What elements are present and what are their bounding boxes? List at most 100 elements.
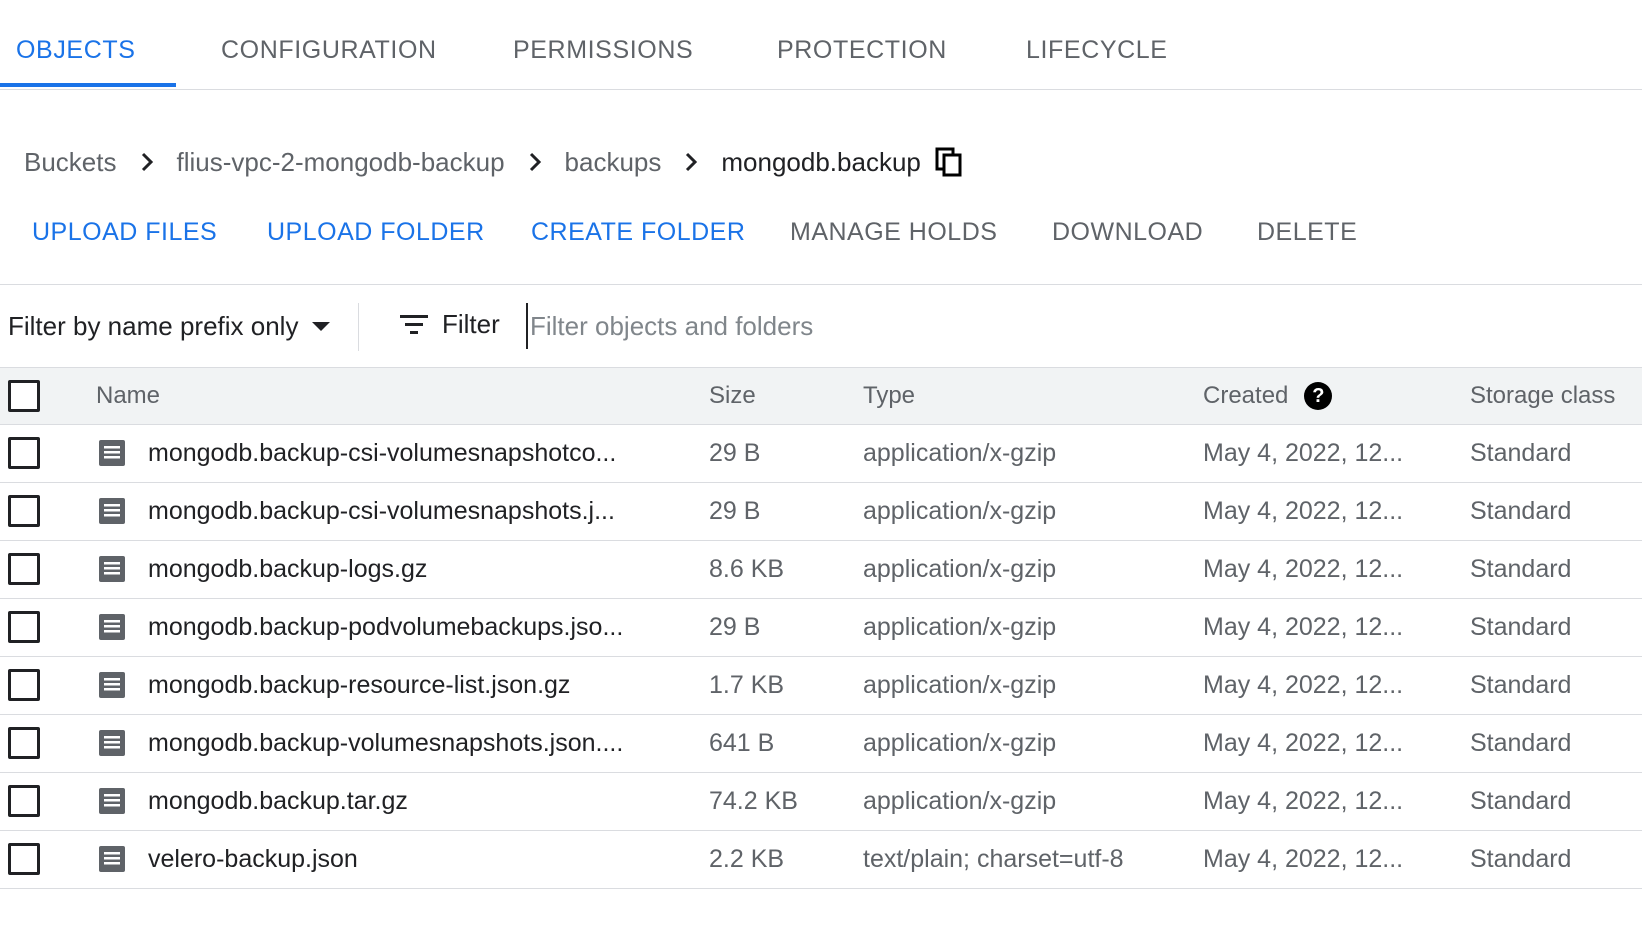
object-size: 1.7 KB — [709, 670, 785, 699]
breadcrumb: Buckets flius-vpc-2-mongodb-backup backu… — [24, 144, 963, 180]
breadcrumb-bucket[interactable]: flius-vpc-2-mongodb-backup — [177, 147, 505, 178]
upload-files-button[interactable]: UPLOAD FILES — [32, 218, 217, 247]
object-name-link[interactable]: mongodb.backup-podvolumebackups.jso... — [148, 599, 623, 655]
upload-folder-button[interactable]: UPLOAD FOLDER — [267, 218, 485, 247]
table-row[interactable]: mongodb.backup.tar.gz 74.2 KB applicatio… — [0, 773, 1642, 831]
object-created: May 4, 2022, 12... — [1203, 844, 1404, 873]
filter-bar: Filter by name prefix only Filter — [0, 285, 1642, 367]
column-header-name[interactable]: Name — [96, 368, 160, 424]
object-type: application/x-gzip — [863, 496, 1057, 525]
table-row[interactable]: mongodb.backup-volumesnapshots.json.... … — [0, 715, 1642, 773]
manage-holds-button[interactable]: MANAGE HOLDS — [790, 218, 997, 247]
object-created: May 4, 2022, 12... — [1203, 496, 1404, 525]
file-icon — [98, 599, 126, 655]
object-type: application/x-gzip — [863, 728, 1057, 757]
row-checkbox[interactable] — [8, 669, 40, 701]
row-select-cell — [8, 773, 40, 829]
object-size: 8.6 KB — [709, 554, 785, 583]
object-type: application/x-gzip — [863, 612, 1057, 641]
filter-mode-select[interactable]: Filter by name prefix only — [8, 311, 331, 342]
object-created: May 4, 2022, 12... — [1203, 670, 1404, 699]
row-select-cell — [8, 425, 40, 481]
chevron-right-icon — [117, 152, 177, 172]
object-name-link[interactable]: mongodb.backup-csi-volumesnapshots.j... — [148, 483, 615, 539]
tab-objects[interactable]: OBJECTS — [16, 36, 136, 65]
file-icon — [98, 657, 126, 713]
create-folder-button[interactable]: CREATE FOLDER — [531, 218, 745, 247]
file-icon — [98, 715, 126, 771]
help-icon[interactable]: ? — [1304, 382, 1333, 410]
object-size: 29 B — [709, 438, 761, 467]
row-checkbox[interactable] — [8, 553, 40, 585]
filter-button[interactable]: Filter — [400, 309, 500, 340]
filter-button-label: Filter — [442, 309, 500, 339]
select-all-checkbox[interactable] — [8, 380, 40, 412]
column-header-storage-class[interactable]: Storage class — [1470, 368, 1615, 424]
select-all-cell — [8, 368, 40, 424]
chevron-right-icon — [505, 152, 565, 172]
object-type: application/x-gzip — [863, 786, 1057, 815]
object-size: 74.2 KB — [709, 786, 798, 815]
row-select-cell — [8, 541, 40, 597]
object-size: 641 B — [709, 728, 775, 757]
row-select-cell — [8, 831, 40, 887]
object-storage-class: Standard — [1470, 438, 1572, 467]
object-name-link[interactable]: velero-backup.json — [148, 831, 358, 887]
object-size: 29 B — [709, 496, 761, 525]
object-storage-class: Standard — [1470, 496, 1572, 525]
table-row[interactable]: mongodb.backup-csi-volumesnapshotco... 2… — [0, 425, 1642, 483]
table-row[interactable]: mongodb.backup-resource-list.json.gz 1.7… — [0, 657, 1642, 715]
caret-down-icon — [312, 322, 331, 331]
row-checkbox[interactable] — [8, 495, 40, 527]
table-row[interactable]: mongodb.backup-csi-volumesnapshots.j... … — [0, 483, 1642, 541]
breadcrumb-folder[interactable]: backups — [565, 147, 662, 178]
object-type: application/x-gzip — [863, 670, 1057, 699]
object-created: May 4, 2022, 12... — [1203, 612, 1404, 641]
row-checkbox[interactable] — [8, 437, 40, 469]
file-icon — [98, 425, 126, 481]
file-icon — [98, 541, 126, 597]
column-header-created-label: Created — [1203, 382, 1289, 409]
object-storage-class: Standard — [1470, 612, 1572, 641]
tab-lifecycle[interactable]: LIFECYCLE — [1026, 36, 1168, 65]
table-row[interactable]: mongodb.backup-logs.gz 8.6 KB applicatio… — [0, 541, 1642, 599]
filter-input[interactable] — [526, 303, 1426, 349]
objects-table: Name Size Type Created ? Storage class m… — [0, 367, 1642, 889]
row-checkbox[interactable] — [8, 727, 40, 759]
delete-button[interactable]: DELETE — [1257, 218, 1357, 247]
tab-protection[interactable]: PROTECTION — [777, 36, 947, 65]
filter-mode-label: Filter by name prefix only — [8, 311, 299, 341]
breadcrumb-buckets[interactable]: Buckets — [24, 147, 117, 178]
chevron-right-icon — [661, 152, 721, 172]
object-name-link[interactable]: mongodb.backup-resource-list.json.gz — [148, 657, 570, 713]
row-select-cell — [8, 657, 40, 713]
row-checkbox[interactable] — [8, 611, 40, 643]
filter-list-icon — [400, 314, 428, 334]
table-row[interactable]: mongodb.backup-podvolumebackups.jso... 2… — [0, 599, 1642, 657]
table-header: Name Size Type Created ? Storage class — [0, 367, 1642, 425]
tab-configuration[interactable]: CONFIGURATION — [221, 36, 437, 65]
column-header-created[interactable]: Created ? — [1203, 368, 1333, 424]
row-select-cell — [8, 599, 40, 655]
object-type: application/x-gzip — [863, 438, 1057, 467]
object-size: 2.2 KB — [709, 844, 785, 873]
breadcrumb-current: mongodb.backup — [721, 146, 921, 177]
object-name-link[interactable]: mongodb.backup-volumesnapshots.json.... — [148, 715, 623, 771]
object-storage-class: Standard — [1470, 786, 1572, 815]
object-name-link[interactable]: mongodb.backup-csi-volumesnapshotco... — [148, 425, 616, 481]
row-checkbox[interactable] — [8, 785, 40, 817]
object-storage-class: Standard — [1470, 554, 1572, 583]
object-storage-class: Standard — [1470, 728, 1572, 757]
copy-icon[interactable] — [935, 147, 963, 177]
row-checkbox[interactable] — [8, 843, 40, 875]
object-name-link[interactable]: mongodb.backup.tar.gz — [148, 773, 408, 829]
download-button[interactable]: DOWNLOAD — [1052, 218, 1203, 247]
table-row[interactable]: velero-backup.json 2.2 KB text/plain; ch… — [0, 831, 1642, 889]
tab-permissions[interactable]: PERMISSIONS — [513, 36, 693, 65]
object-storage-class: Standard — [1470, 670, 1572, 699]
object-size: 29 B — [709, 612, 761, 641]
file-icon — [98, 773, 126, 829]
column-header-type[interactable]: Type — [863, 368, 915, 424]
object-name-link[interactable]: mongodb.backup-logs.gz — [148, 541, 427, 597]
column-header-size[interactable]: Size — [709, 368, 756, 424]
